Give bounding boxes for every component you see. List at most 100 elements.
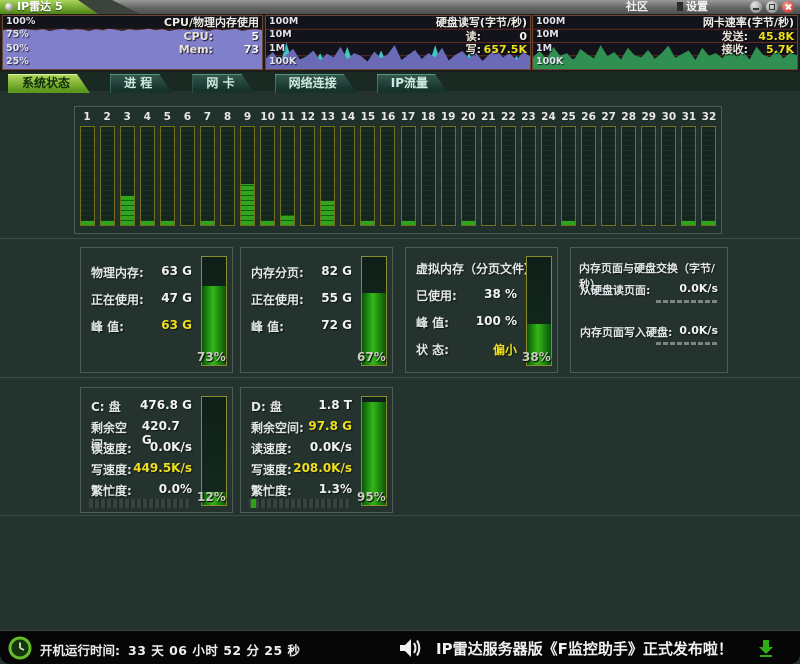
graph-scale-label: 50% [6, 44, 29, 54]
panel-row: D: 盘1.8 T [251, 398, 352, 415]
core-column: 32 [699, 109, 719, 229]
disk-graph-title: 硬盘读写(字节/秒) [436, 16, 527, 30]
tick-meter [656, 300, 718, 303]
tab-processes[interactable]: 进 程 [110, 74, 172, 93]
core-column: 26 [579, 109, 599, 229]
core-usage-meter [541, 126, 556, 226]
uptime-clock-icon [8, 636, 32, 660]
bar-percent-label: 95% [357, 490, 386, 504]
core-usage-fill [281, 215, 294, 225]
core-usage-meter [100, 126, 115, 226]
cpu-memory-graph: CPU/物理内存使用 CPU:5 Mem:73 100%75%50%25% [2, 15, 263, 70]
ip-radar-window: IP雷达 5 社区 设置 CPU/物理内存使用 CPU:5 Mem:73 100… [0, 0, 800, 664]
separator-2 [0, 377, 800, 378]
net-graph-title: 网卡速率(字节/秒) [703, 16, 794, 30]
graph-scale-label: 100K [536, 57, 563, 67]
core-number: 27 [601, 109, 616, 126]
core-number: 2 [103, 109, 110, 126]
panel-row: 繁忙度:0.0% [91, 482, 192, 499]
core-number: 5 [164, 109, 171, 126]
core-usage-meter [240, 126, 255, 226]
core-usage-meter [160, 126, 175, 226]
tab-system-status[interactable]: 系统状态 [8, 74, 90, 93]
core-number: 30 [662, 109, 677, 126]
maximize-icon [769, 4, 775, 10]
core-number: 15 [361, 109, 376, 126]
panel-row: 读速度:0.0K/s [91, 440, 192, 457]
mem-stat: Mem:73 [164, 43, 259, 56]
window-controls [750, 1, 794, 13]
drive-c-busy-meter [89, 499, 190, 508]
drive-d-bar: 95% [361, 396, 387, 506]
core-usage-meter [521, 126, 536, 226]
core-number: 16 [381, 109, 396, 126]
core-usage-meter [260, 126, 275, 226]
core-number: 12 [300, 109, 315, 126]
minimize-icon [753, 8, 759, 10]
cpu-graph-title: CPU/物理内存使用 [164, 16, 259, 30]
drive-d-panel: D: 盘1.8 T 剩余空间:97.8 G 读速度:0.0K/s 写速度:208… [240, 387, 393, 513]
tab-ip-traffic[interactable]: IP流量 [377, 74, 448, 93]
core-number: 4 [144, 109, 151, 126]
core-usage-fill [101, 221, 114, 225]
tab-strip: 系统状态 进 程 网 卡 网络连接 IP流量 [0, 72, 800, 91]
graph-scale-label: 1M [269, 44, 285, 54]
virtual-memory-title: 虚拟内存（分页文件） [416, 260, 536, 277]
tab-network-card[interactable]: 网 卡 [192, 74, 254, 93]
core-column: 7 [197, 109, 217, 229]
panel-row: 已使用:38 % [416, 287, 517, 304]
physical-memory-bar: 73% [201, 256, 227, 366]
core-number: 1 [83, 109, 90, 126]
core-usage-fill [161, 221, 174, 225]
uptime-text: 开机运行时间: 33 天 06 小时 52 分 25 秒 [40, 640, 301, 659]
core-usage-meter [360, 126, 375, 226]
core-usage-meter [340, 126, 355, 226]
core-number: 10 [260, 109, 275, 126]
core-usage-meter [120, 126, 135, 226]
panel-row: 物理内存:63 G [91, 264, 192, 281]
disk-graph-overlay: 硬盘读写(字节/秒) 读:0 写:657.5K [436, 16, 527, 56]
panel-row: 内存分页:82 G [251, 264, 352, 281]
community-button[interactable]: 社区 [626, 0, 648, 14]
panel-row: C: 盘476.8 G [91, 398, 192, 415]
core-column: 22 [498, 109, 518, 229]
panel-row: 内存页面写入硬盘:0.0K/s [580, 324, 718, 340]
core-number: 20 [461, 109, 476, 126]
close-button[interactable] [782, 1, 794, 13]
core-usage-fill [81, 221, 94, 225]
uptime-label: 开机运行时间: [40, 643, 120, 658]
graph-scale-label: 10M [269, 30, 292, 40]
core-usage-meter [701, 126, 716, 226]
title-bar[interactable]: IP雷达 5 社区 设置 [0, 0, 800, 14]
graph-scale-label: 100M [536, 17, 565, 27]
settings-button[interactable]: 设置 [677, 0, 708, 14]
net-send-stat: 发送:45.8K [703, 30, 794, 43]
core-column: 20 [458, 109, 478, 229]
tab-network-connections[interactable]: 网络连接 [275, 74, 357, 93]
core-usage-meter [300, 126, 315, 226]
core-number: 19 [441, 109, 456, 126]
core-column: 19 [438, 109, 458, 229]
virtual-memory-bar: 38% [526, 256, 552, 366]
panel-row: 读速度:0.0K/s [251, 440, 352, 457]
core-usage-fill [241, 184, 254, 225]
announcement-link[interactable]: IP雷达服务器版《F监控助手》正式发布啦！ [436, 638, 733, 659]
busy-segment [251, 499, 256, 508]
core-number: 7 [204, 109, 211, 126]
core-column: 6 [177, 109, 197, 229]
uptime-value: 33 天 06 小时 52 分 25 秒 [128, 643, 301, 658]
core-column: 4 [137, 109, 157, 229]
panel-row: 峰 值:100 % [416, 314, 517, 331]
core-column: 24 [538, 109, 558, 229]
core-usage-fill [321, 201, 334, 225]
panel-row: 峰 值:63 G [91, 318, 192, 335]
panel-row: 写速度:449.5K/s [91, 461, 192, 478]
maximize-button[interactable] [766, 1, 778, 13]
core-column: 8 [217, 109, 237, 229]
virtual-memory-panel: 虚拟内存（分页文件） 已使用:38 % 峰 值:100 % 状 态:偏小 38% [405, 247, 558, 373]
download-icon[interactable] [758, 639, 774, 657]
drive-c-panel: C: 盘476.8 G 剩余空间:420.7 G 读速度:0.0K/s 写速度:… [80, 387, 233, 513]
core-usage-fill [141, 221, 154, 225]
panel-row: 正在使用:55 G [251, 291, 352, 308]
minimize-button[interactable] [750, 1, 762, 13]
